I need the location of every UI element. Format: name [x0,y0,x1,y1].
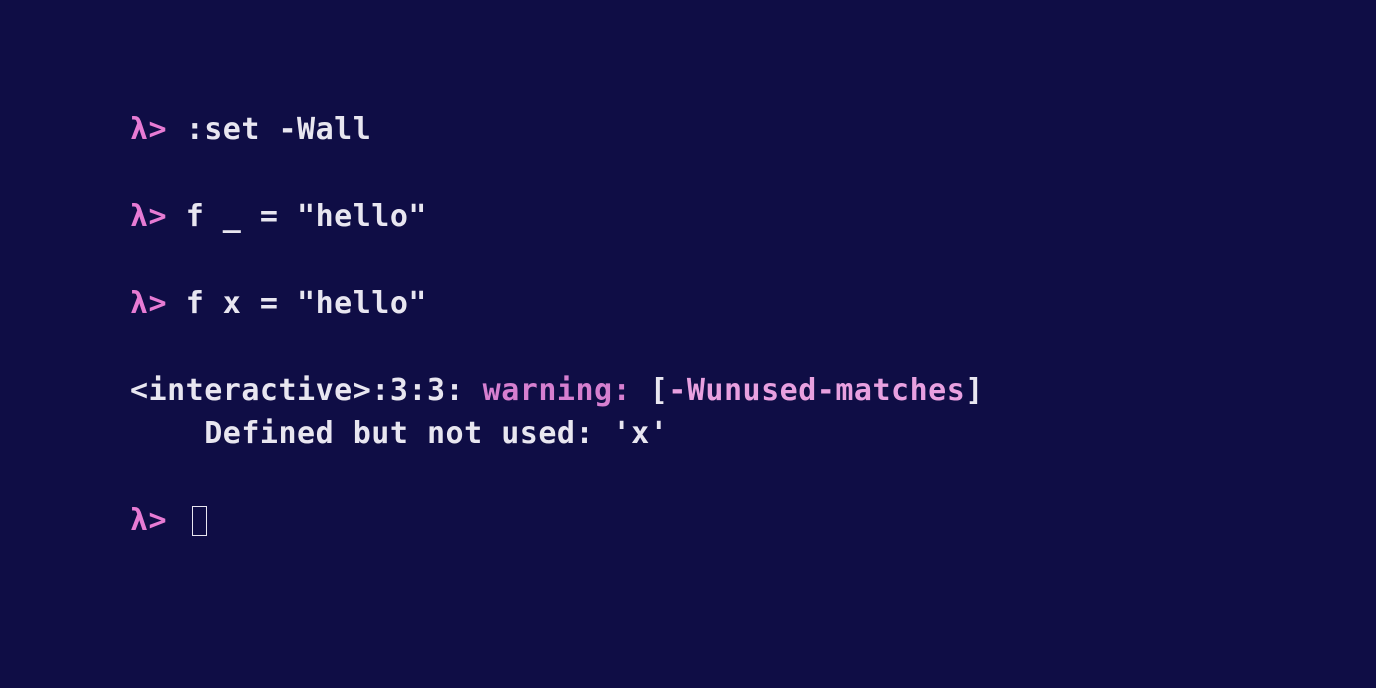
warning-label: warning: [483,373,632,408]
cursor-icon [192,506,207,536]
warning-line-1: <interactive>:3:3: warning: [-Wunused-ma… [130,371,1376,410]
warning-location: <interactive>:3:3: [130,373,464,408]
warning-detail: Defined but not used: 'x' [130,416,668,451]
warning-line-2: Defined but not used: 'x' [130,414,1376,453]
prompt: λ> [130,199,167,234]
command-text: f _ = "hello" [186,199,427,234]
bracket-close: ] [965,373,984,408]
prompt: λ> [130,112,167,147]
prompt: λ> [130,503,167,538]
bracket-open: [ [650,373,669,408]
repl-line-prompt[interactable]: λ> [130,501,1376,540]
repl-line-1: λ> :set -Wall [130,110,1376,149]
warning-flag: -Wunused-matches [668,373,965,408]
command-text: f x = "hello" [186,286,427,321]
prompt: λ> [130,286,167,321]
command-text: :set -Wall [186,112,372,147]
repl-line-2: λ> f _ = "hello" [130,197,1376,236]
repl-line-3: λ> f x = "hello" [130,284,1376,323]
